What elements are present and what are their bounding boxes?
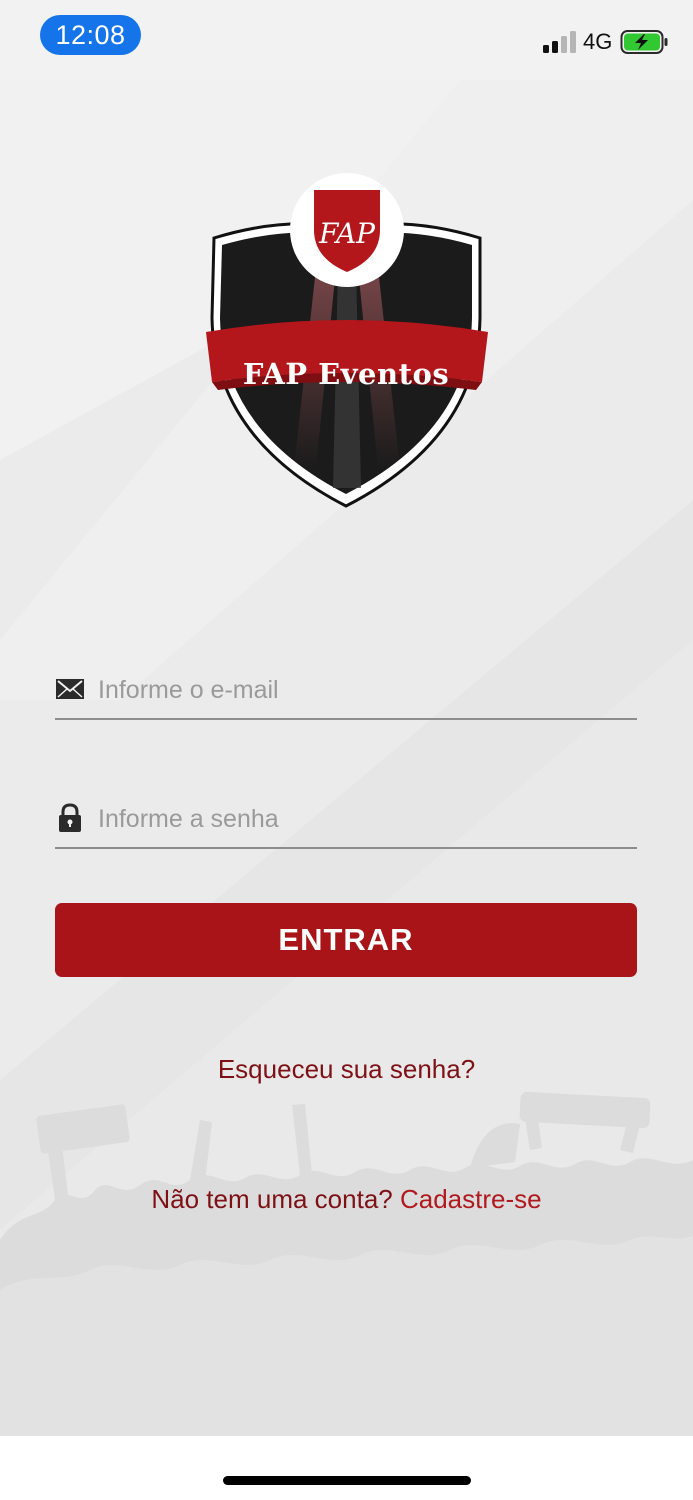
fap-eventos-logo: FAP <box>206 173 488 508</box>
svg-text:FAP: FAP <box>318 217 376 250</box>
email-input[interactable] <box>98 668 628 712</box>
status-time: 12:08 <box>40 15 141 55</box>
home-indicator[interactable] <box>223 1476 471 1485</box>
login-button[interactable]: ENTRAR <box>55 903 637 977</box>
network-type: 4G <box>583 29 613 54</box>
forgot-password-link[interactable]: Esqueceu sua senha? <box>0 1050 693 1088</box>
cellular-signal-icon <box>543 31 576 53</box>
lock-icon <box>59 803 81 832</box>
battery-charging-icon <box>620 30 668 54</box>
no-account-text: Não tem uma conta? <box>151 1184 393 1214</box>
envelope-icon <box>56 679 84 699</box>
logo-title: FAP Eventos <box>242 357 450 391</box>
email-field[interactable] <box>55 662 637 720</box>
crowd-silhouette-image <box>0 1091 693 1436</box>
password-input[interactable] <box>98 797 628 841</box>
signup-link[interactable]: Cadastre-se <box>400 1184 542 1214</box>
status-bar: 12:08 4G <box>0 0 693 80</box>
signup-row: Não tem uma conta? Cadastre-se <box>0 1180 693 1218</box>
home-bar <box>0 1436 693 1500</box>
password-field[interactable] <box>55 791 637 849</box>
